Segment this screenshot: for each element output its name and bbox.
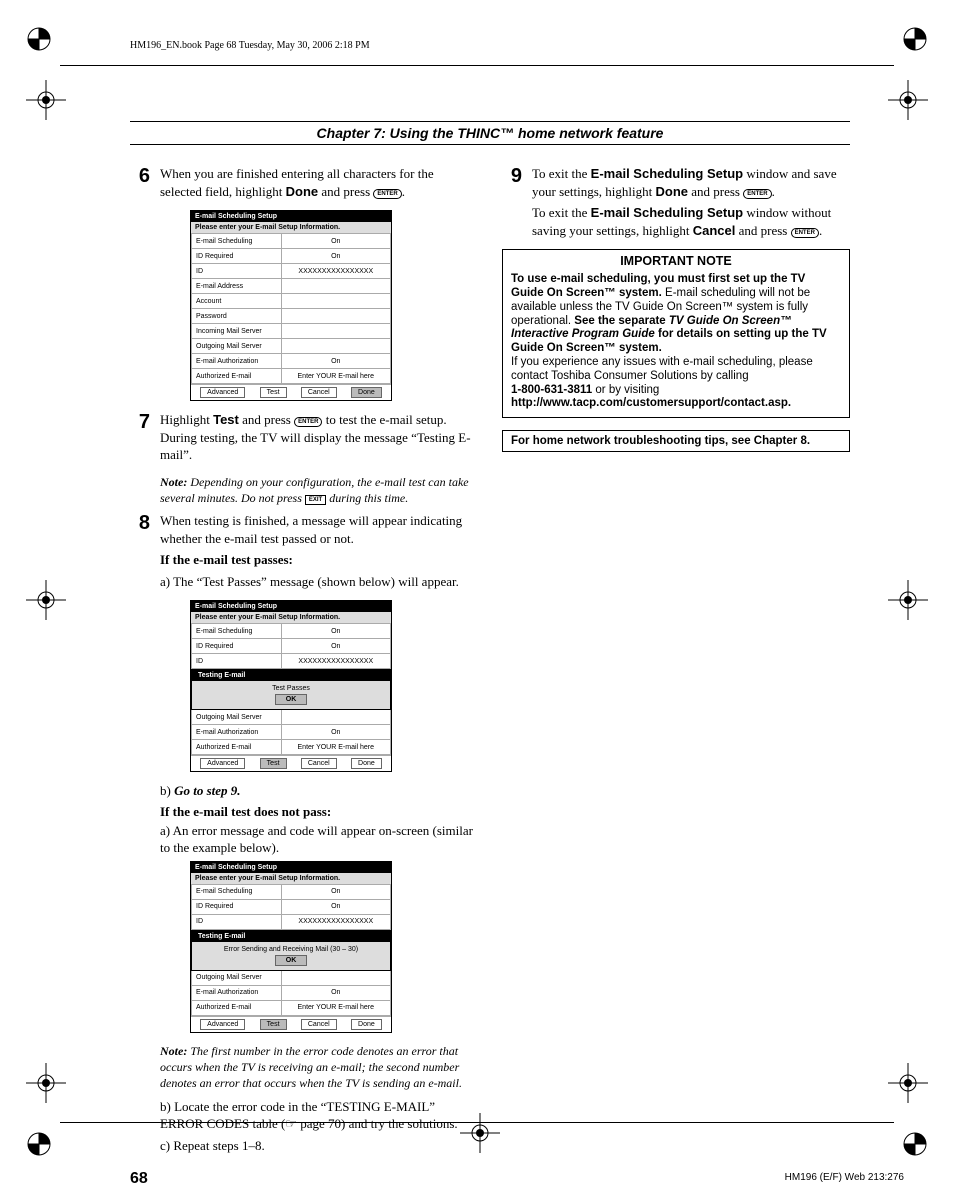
screenshot-button: Test <box>260 387 287 398</box>
important-note-box: IMPORTANT NOTE To use e-mail scheduling,… <box>502 249 850 418</box>
step-number: 9 <box>502 166 522 243</box>
important-note-body: To use e-mail scheduling, you must first… <box>511 273 841 411</box>
right-column: 9 To exit the E-mail Scheduling Setup wi… <box>502 165 850 1158</box>
screenshot-email-setup-done: E-mail Scheduling Setup Please enter you… <box>190 210 392 401</box>
test-error-msg: Error Sending and Receiving Mail (30 – 3… <box>196 946 386 953</box>
enter-key-icon: ENTER <box>791 228 819 238</box>
enter-key-icon: ENTER <box>294 417 322 427</box>
screenshot-test-passes: E-mail Scheduling Setup Please enter you… <box>190 600 392 772</box>
enter-key-icon: ENTER <box>373 189 401 199</box>
registration-mark-icon <box>902 1131 928 1157</box>
ok-button: OK <box>275 955 308 966</box>
troubleshooting-tip-box: For home network troubleshooting tips, s… <box>502 430 850 452</box>
fail-a: a) An error message and code will appear… <box>160 822 478 857</box>
if-fail-heading: If the e-mail test does not pass: <box>160 804 478 820</box>
exit-key-icon: EXIT <box>305 495 326 505</box>
step-number: 8 <box>130 513 150 594</box>
screenshot-test-error: E-mail Scheduling Setup Please enter you… <box>190 861 392 1033</box>
registration-mark-icon <box>26 26 52 52</box>
document-header: HM196_EN.book Page 68 Tuesday, May 30, 2… <box>130 40 850 51</box>
step-7-text: Highlight Test and press ENTER to test t… <box>160 411 478 468</box>
crop-mark-icon <box>888 1063 928 1103</box>
crop-mark-icon <box>26 80 66 120</box>
pass-a: a) The “Test Passes” message (shown belo… <box>160 573 478 591</box>
testing-title: Testing E-mail <box>192 670 390 681</box>
note-1: Note: Depending on your configuration, t… <box>160 474 478 506</box>
test-pass-msg: Test Passes <box>196 685 386 692</box>
screenshot-title: E-mail Scheduling Setup <box>191 211 391 222</box>
fail-b: b) Locate the error code in the “TESTING… <box>160 1098 478 1133</box>
if-pass-heading: If the e-mail test passes: <box>160 551 478 569</box>
fail-c: c) Repeat steps 1–8. <box>160 1137 478 1155</box>
note-2: Note: The first number in the error code… <box>160 1043 478 1092</box>
step-9-text: To exit the E-mail Scheduling Setup wind… <box>532 165 850 243</box>
pass-b: b) Go to step 9. <box>160 782 478 800</box>
screenshot-button: Advanced <box>200 387 245 398</box>
screenshot-subtitle: Please enter your E-mail Setup Informati… <box>191 222 391 233</box>
chapter-title: Chapter 7: Using the THINC™ home network… <box>130 121 850 145</box>
crop-mark-icon <box>26 580 66 620</box>
registration-mark-icon <box>902 26 928 52</box>
ok-button: OK <box>275 694 308 705</box>
step-8-text: When testing is finished, a message will… <box>160 512 478 594</box>
left-column: 6 When you are finished entering all cha… <box>130 165 478 1158</box>
crop-mark-icon <box>888 80 928 120</box>
step-6-text: When you are finished entering all chara… <box>160 165 478 204</box>
important-note-heading: IMPORTANT NOTE <box>511 254 841 269</box>
page-number: 68 <box>130 1170 148 1188</box>
crop-mark-icon <box>888 580 928 620</box>
screenshot-button-highlighted: Done <box>351 387 382 398</box>
step-number: 6 <box>130 166 150 204</box>
step-number: 7 <box>130 412 150 468</box>
screenshot-button: Cancel <box>301 387 337 398</box>
enter-key-icon: ENTER <box>743 189 771 199</box>
crop-mark-icon <box>26 1063 66 1103</box>
footer-code: HM196 (E/F) Web 213:276 <box>785 1172 904 1183</box>
registration-mark-icon <box>26 1131 52 1157</box>
